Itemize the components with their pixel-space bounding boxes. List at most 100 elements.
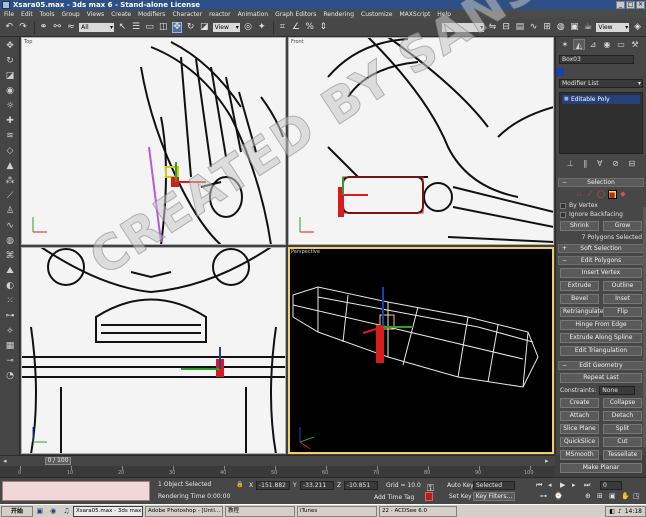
particle-icon[interactable]: ⁂ [3, 175, 17, 187]
menu-edit[interactable]: Edit [21, 11, 33, 18]
time-slider[interactable]: ◂ 0 / 100 ▸ [0, 455, 555, 466]
render-type-dropdown[interactable]: View [596, 23, 630, 32]
key-mode-toggle-icon[interactable]: ⊶ [540, 492, 547, 500]
pin-stack-icon[interactable]: ⊥ [567, 159, 574, 168]
retriangulate-button[interactable]: Retriangulate [560, 307, 604, 317]
show-end-result-icon[interactable]: ∥ [583, 159, 587, 168]
maximize-viewport-icon[interactable]: ◳ [633, 492, 640, 500]
soft-selection-rollout[interactable]: Soft Selection [558, 244, 644, 253]
grow-button[interactable]: Grow [603, 221, 642, 231]
viewport-perspective[interactable]: Perspective [288, 247, 554, 454]
cut-button[interactable]: Cut [603, 437, 642, 447]
biped-icon[interactable]: ♙ [3, 205, 17, 217]
media-icon[interactable]: ♫ [63, 507, 69, 515]
element-icon[interactable]: ◆ [619, 190, 628, 199]
viewport-top[interactable]: Top [21, 37, 286, 245]
menu-create[interactable]: Create [111, 11, 131, 18]
scale-tool-icon[interactable]: ◪ [3, 70, 17, 82]
taskbar-item-photoshop[interactable]: Adobe Photoshop - [Unti... [145, 505, 223, 517]
menu-group[interactable]: Group [61, 11, 79, 18]
geometry-icon[interactable]: ▲ [3, 160, 17, 172]
pan-icon[interactable]: ✋ [621, 492, 630, 500]
material-editor-icon[interactable]: ◍ [555, 22, 566, 33]
pivot-center-icon[interactable]: ◎ [243, 22, 254, 33]
mirror-icon[interactable]: ⇋ [487, 22, 498, 33]
viewport-label[interactable]: Top [24, 39, 32, 45]
reference-coordinate-dropdown[interactable]: View [212, 23, 240, 32]
viewport-left[interactable] [21, 247, 286, 454]
menu-tools[interactable]: Tools [40, 11, 55, 18]
browser-icon[interactable]: ◉ [50, 507, 56, 515]
angle-snap-icon[interactable]: ∠ [291, 22, 302, 33]
surface-icon[interactable]: ◍ [3, 235, 17, 247]
menu-maxscript[interactable]: MAXScript [400, 11, 431, 18]
rotate-tool-icon[interactable]: ↻ [3, 55, 17, 67]
z-coordinate-field[interactable]: -10.851 [344, 481, 378, 490]
track-bar[interactable]: 0 10 20 30 40 50 60 70 80 90 100 [0, 466, 555, 477]
connect-icon[interactable]: ⊶ [3, 310, 17, 322]
manipulate-icon[interactable]: ✦ [256, 22, 267, 33]
undo-icon[interactable]: ↶ [4, 22, 15, 33]
current-frame-field[interactable]: 0 [600, 481, 622, 490]
menu-animation[interactable]: Animation [238, 11, 269, 18]
remove-modifier-icon[interactable]: ⊘ [612, 159, 619, 168]
volume-icon[interactable]: ♪ [618, 508, 622, 515]
make-planar-button[interactable]: Make Planar [560, 463, 642, 473]
add-time-tag-button[interactable]: Add Time Tag [374, 494, 414, 501]
edge-icon[interactable]: ⟋ [586, 190, 595, 199]
next-frame-icon[interactable]: ▸ [572, 481, 576, 489]
taskbar-item-acdsee[interactable]: 22 - ACDSee 6.0 [379, 505, 457, 517]
scatter-icon[interactable]: ⁙ [3, 295, 17, 307]
modifier-list-dropdown[interactable]: Modifier List [559, 79, 643, 88]
camera-icon[interactable]: ◉ [3, 85, 17, 97]
viewport-front[interactable]: Front [288, 37, 554, 245]
edit-geometry-rollout[interactable]: Edit Geometry [558, 361, 644, 370]
spinner-snap-icon[interactable]: ⇕ [318, 22, 329, 33]
inset-button[interactable]: Inset [603, 294, 642, 304]
maxscript-listener[interactable] [2, 481, 150, 501]
y-coordinate-field[interactable]: -33.211 [300, 481, 334, 490]
attach-button[interactable]: Attach [560, 411, 599, 421]
hierarchy-tab-icon[interactable]: ⊿ [587, 39, 599, 50]
zoom-extents-icon[interactable]: ▣ [609, 492, 616, 500]
key-mode-dropdown[interactable]: Selected [473, 481, 515, 490]
window-crossing-icon[interactable]: ◫ [158, 22, 169, 33]
redo-icon[interactable]: ↷ [18, 22, 29, 33]
link-icon[interactable]: ⚭ [38, 22, 49, 33]
render-scene-icon[interactable]: ▣ [569, 22, 580, 33]
menu-views[interactable]: Views [87, 11, 104, 18]
morph-icon[interactable]: ⟡ [3, 325, 17, 337]
menu-character[interactable]: Character [172, 11, 202, 18]
select-and-move-icon[interactable]: ✥ [171, 22, 183, 33]
taskbar-item-tutorial[interactable]: 教程 [225, 505, 295, 517]
start-button[interactable]: 开始 [1, 505, 33, 517]
select-and-rotate-icon[interactable]: ↻ [185, 22, 196, 33]
mesher-icon[interactable]: ▦ [3, 340, 17, 352]
snaps-toggle-icon[interactable]: ⌗ [277, 22, 288, 33]
detach-button[interactable]: Detach [603, 411, 642, 421]
desktop-icon[interactable]: ▣ [36, 507, 43, 515]
collapse-button[interactable]: Collapse [603, 398, 642, 408]
configure-sets-icon[interactable]: ⊟ [628, 159, 635, 168]
outline-button[interactable]: Outline [603, 281, 642, 291]
extrude-along-spline-button[interactable]: Extrude Along Spline [560, 333, 642, 343]
edit-polygons-rollout[interactable]: Edit Polygons [558, 256, 644, 265]
x-coordinate-field[interactable]: -151.882 [256, 481, 290, 490]
viewport-label[interactable]: Front [291, 39, 304, 45]
menu-reactor[interactable]: reactor [209, 11, 231, 18]
layer-manager-icon[interactable]: ▤ [515, 22, 526, 33]
create-tab-icon[interactable]: ✶ [559, 39, 571, 50]
curve-editor-icon[interactable]: ∿ [528, 22, 539, 33]
render-last-icon[interactable]: ◈ [632, 22, 643, 33]
percent-snap-icon[interactable]: % [304, 22, 315, 33]
go-to-start-icon[interactable]: ⏮ [536, 481, 542, 490]
select-and-scale-icon[interactable]: ◪ [199, 22, 210, 33]
bone-icon[interactable]: ⟋ [3, 190, 17, 202]
select-object-icon[interactable]: ↖ [117, 22, 128, 33]
key-filters-button[interactable]: Key Filters... [473, 492, 515, 501]
time-slider-thumb[interactable]: 0 / 100 [45, 457, 71, 465]
motion-tab-icon[interactable]: ◉ [601, 39, 613, 50]
viewport-label[interactable]: Perspective [291, 249, 320, 255]
network-icon[interactable]: ◧ [609, 508, 615, 515]
tape-icon[interactable]: ⊸ [3, 355, 17, 367]
